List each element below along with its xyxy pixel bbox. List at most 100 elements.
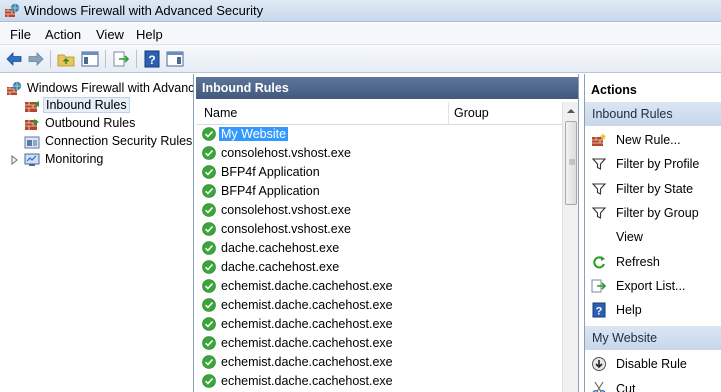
menu-bar: File Action View Help bbox=[0, 23, 721, 45]
scrollbar-thumb[interactable] bbox=[565, 121, 577, 205]
tree-item-label: Outbound Rules bbox=[45, 116, 136, 130]
rule-name: echemist.dache.cachehost.exe bbox=[221, 298, 393, 312]
menu-action[interactable]: Action bbox=[45, 27, 81, 42]
enabled-check-icon bbox=[202, 336, 216, 350]
action-view[interactable]: View bbox=[585, 225, 721, 249]
action-cut[interactable]: Cut bbox=[585, 377, 721, 392]
table-row[interactable]: echemist.dache.cachehost.exe bbox=[200, 296, 562, 315]
action-filter-by-group[interactable]: Filter by Group bbox=[585, 201, 721, 225]
help-icon[interactable]: ? bbox=[143, 50, 161, 68]
actions-section-label: Inbound Rules bbox=[592, 107, 673, 121]
actions-pane: Actions Inbound Rules New Rule... Filter b… bbox=[584, 74, 721, 392]
action-new-rule[interactable]: New Rule... bbox=[585, 128, 721, 152]
rule-name: echemist.dache.cachehost.exe bbox=[221, 317, 393, 331]
navigation-tree: Windows Firewall with Advanced Security … bbox=[0, 74, 194, 392]
table-row[interactable]: My Website bbox=[200, 125, 562, 144]
expand-arrow-icon[interactable] bbox=[11, 155, 19, 165]
svg-text:?: ? bbox=[148, 53, 155, 67]
rule-name: echemist.dache.cachehost.exe bbox=[221, 374, 393, 388]
toolbar-separator bbox=[50, 50, 51, 68]
center-pane-title: Inbound Rules bbox=[202, 81, 289, 95]
rule-name: dache.cachehost.exe bbox=[221, 241, 340, 255]
action-label: Disable Rule bbox=[616, 357, 687, 372]
action-label: Help bbox=[616, 303, 642, 318]
table-row[interactable]: dache.cachehost.exe bbox=[200, 258, 562, 277]
column-divider[interactable] bbox=[448, 102, 449, 124]
rule-name: dache.cachehost.exe bbox=[221, 260, 340, 274]
export-list-icon[interactable] bbox=[112, 50, 130, 68]
forward-arrow-icon[interactable] bbox=[27, 50, 45, 68]
action-filter-by-profile[interactable]: Filter by Profile bbox=[585, 152, 721, 176]
action-refresh[interactable]: Refresh bbox=[585, 250, 721, 274]
enabled-check-icon bbox=[202, 146, 216, 160]
rule-name: BFP4f Application bbox=[221, 165, 320, 179]
actions-section-header[interactable]: Inbound Rules bbox=[585, 102, 721, 126]
tree-item-label: Inbound Rules bbox=[43, 97, 130, 113]
action-disable-rule[interactable]: Disable Rule bbox=[585, 352, 721, 376]
column-header-name[interactable]: Name bbox=[204, 106, 237, 120]
table-row[interactable]: BFP4f Application bbox=[200, 163, 562, 182]
show-hide-action-pane-icon[interactable] bbox=[166, 50, 184, 68]
menu-help[interactable]: Help bbox=[136, 27, 163, 42]
menu-view[interactable]: View bbox=[96, 27, 124, 42]
table-row[interactable]: echemist.dache.cachehost.exe bbox=[200, 315, 562, 334]
inbound-rules-icon bbox=[25, 101, 39, 112]
enabled-check-icon bbox=[202, 203, 216, 217]
rule-name: consolehost.vshost.exe bbox=[221, 203, 351, 217]
column-header-group[interactable]: Group bbox=[454, 106, 489, 120]
firewall-app-icon bbox=[5, 3, 20, 17]
back-arrow-icon[interactable] bbox=[5, 50, 23, 68]
table-row[interactable]: echemist.dache.cachehost.exe bbox=[200, 334, 562, 353]
up-folder-icon[interactable] bbox=[57, 50, 75, 68]
monitoring-icon bbox=[24, 153, 40, 166]
firewall-icon bbox=[7, 81, 22, 95]
enabled-check-icon bbox=[202, 298, 216, 312]
rules-list-pane: Inbound Rules Name Group My Website conso… bbox=[196, 74, 579, 392]
enabled-check-icon bbox=[202, 279, 216, 293]
action-export-list[interactable]: Export List... bbox=[585, 274, 721, 298]
scroll-up-arrow-icon[interactable] bbox=[563, 102, 579, 119]
outbound-rules-icon bbox=[25, 119, 39, 130]
connection-security-icon bbox=[24, 136, 40, 149]
action-label: Refresh bbox=[616, 254, 660, 269]
enabled-check-icon bbox=[202, 165, 216, 179]
show-hide-tree-icon[interactable] bbox=[81, 50, 99, 68]
enabled-check-icon bbox=[202, 127, 216, 141]
enabled-check-icon bbox=[202, 260, 216, 274]
table-row[interactable]: consolehost.vshost.exe bbox=[200, 220, 562, 239]
action-label: Cut bbox=[616, 381, 636, 392]
toolbar-separator bbox=[136, 50, 137, 68]
table-row[interactable]: echemist.dache.cachehost.exe bbox=[200, 353, 562, 372]
actions-section-label: My Website bbox=[592, 331, 658, 346]
new-rule-icon bbox=[592, 133, 607, 146]
filter-icon bbox=[591, 207, 607, 219]
enabled-check-icon bbox=[202, 317, 216, 331]
table-row[interactable]: dache.cachehost.exe bbox=[200, 239, 562, 258]
table-row[interactable]: consolehost.vshost.exe bbox=[200, 144, 562, 163]
table-row[interactable]: echemist.dache.cachehost.exe bbox=[200, 372, 562, 391]
enabled-check-icon bbox=[202, 184, 216, 198]
menu-file[interactable]: File bbox=[10, 27, 31, 42]
filter-icon bbox=[591, 183, 607, 195]
action-label: View bbox=[616, 230, 643, 245]
table-row[interactable]: echemist.dache.cachehost.exe bbox=[200, 277, 562, 296]
disable-rule-icon bbox=[592, 357, 606, 372]
table-row[interactable]: consolehost.vshost.exe bbox=[200, 201, 562, 220]
actions-section-header[interactable]: My Website bbox=[585, 326, 721, 351]
enabled-check-icon bbox=[202, 222, 216, 236]
help-icon: ? bbox=[592, 302, 606, 318]
rule-name: consolehost.vshost.exe bbox=[221, 222, 351, 236]
action-help[interactable]: ? Help bbox=[585, 298, 721, 322]
rule-name: echemist.dache.cachehost.exe bbox=[221, 355, 393, 369]
window-title: Windows Firewall with Advanced Security bbox=[24, 3, 264, 18]
action-label: Export List... bbox=[616, 278, 686, 293]
svg-text:?: ? bbox=[596, 306, 603, 318]
rule-name: echemist.dache.cachehost.exe bbox=[221, 279, 393, 293]
tree-root-label: Windows Firewall with Advanced Security bbox=[27, 81, 194, 95]
action-filter-by-state[interactable]: Filter by State bbox=[585, 177, 721, 201]
action-label: Filter by State bbox=[616, 181, 694, 196]
tree-item-label: Connection Security Rules bbox=[45, 134, 193, 148]
table-row[interactable]: BFP4f Application bbox=[200, 182, 562, 201]
vertical-scrollbar[interactable] bbox=[562, 102, 579, 392]
toolbar: ? bbox=[0, 45, 721, 73]
